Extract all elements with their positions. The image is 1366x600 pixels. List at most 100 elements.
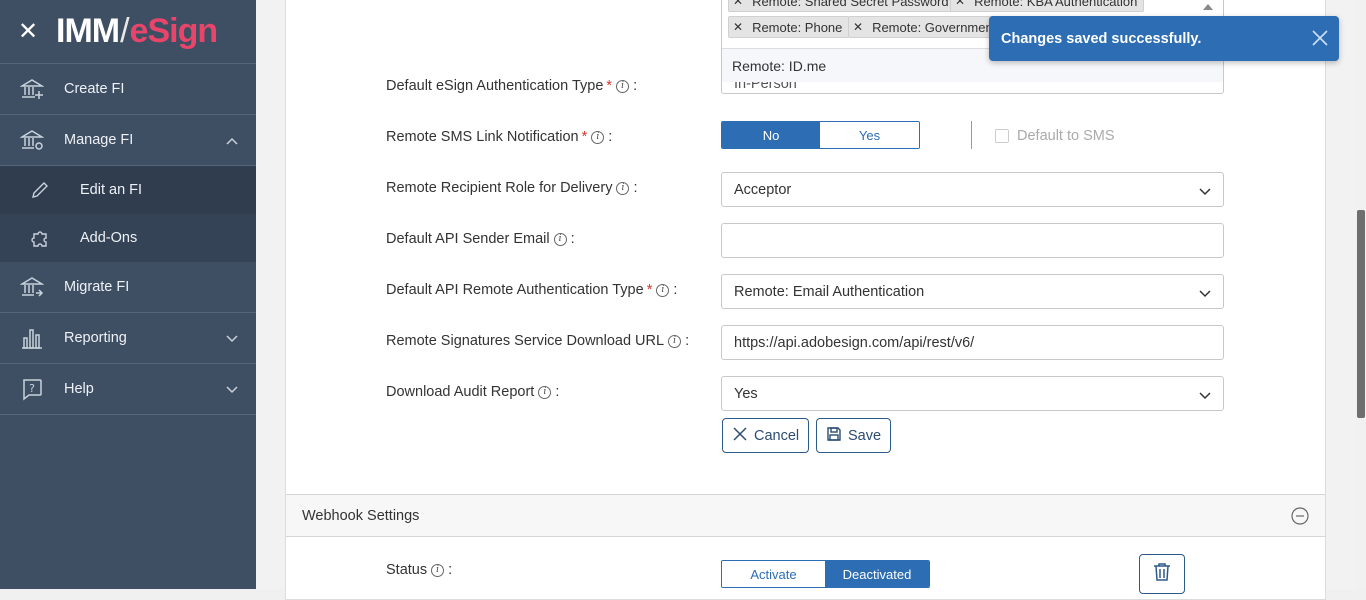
sms-no-button[interactable]: No [722, 122, 820, 148]
api-sender-email-input[interactable] [721, 223, 1224, 258]
info-icon[interactable]: i [668, 334, 682, 348]
info-icon[interactable]: i [616, 181, 630, 195]
svg-text:?: ? [29, 382, 35, 395]
tag-label: Remote: Government [872, 19, 997, 35]
field-label: Default eSign Authentication Type [386, 78, 604, 94]
sms-toggle: No Yes [721, 121, 920, 149]
trash-icon [1153, 562, 1171, 587]
sidebar-item-help[interactable]: ? Help [0, 364, 256, 415]
api-remote-auth-label: Default API Remote Authentication Type * i… [386, 282, 677, 298]
bank-arrow-icon [0, 275, 64, 299]
info-icon[interactable]: i [616, 79, 630, 93]
status-label: Status i : [386, 562, 452, 578]
recipient-role-select[interactable]: Acceptor [721, 172, 1224, 207]
auth-tag: ✕ Remote: Government [848, 16, 1004, 38]
colon: : [448, 562, 453, 578]
remove-tag-icon[interactable]: ✕ [733, 20, 743, 34]
deactivated-button[interactable]: Deactivated [825, 561, 929, 587]
sidebar-item-label: Reporting [64, 330, 127, 346]
field-label: Remote Recipient Role for Delivery [386, 180, 613, 196]
sidebar-item-edit-fi[interactable]: Edit an FI [0, 166, 256, 214]
sidebar-item-add-ons[interactable]: Add-Ons [0, 214, 256, 262]
select-value: Remote: Email Authentication [734, 283, 925, 300]
chevron-up-icon [226, 133, 238, 149]
tag-label: Remote: Shared Secret Password [752, 0, 949, 9]
close-icon[interactable] [1311, 29, 1329, 51]
auth-tag: ✕ Remote: KBA Authentication [950, 0, 1145, 12]
colon: : [673, 282, 678, 298]
sidebar-item-label: Migrate FI [64, 279, 130, 295]
info-icon[interactable]: i [538, 385, 552, 399]
remote-sms-label: Remote SMS Link Notification * i : [386, 129, 612, 145]
info-icon[interactable]: i [656, 283, 670, 297]
remove-tag-icon[interactable]: ✕ [955, 0, 965, 8]
field-label: Default API Remote Authentication Type [386, 282, 644, 298]
sidebar-item-migrate-fi[interactable]: Migrate FI [0, 262, 256, 313]
sidebar-item-label: Manage FI [64, 132, 134, 148]
scrollbar[interactable] [1356, 0, 1366, 589]
default-to-sms: Default to SMS [995, 128, 1115, 144]
colon: : [555, 384, 560, 400]
sidebar: ✕ IMM / eSign Create FI Manage FI Edit an … [0, 0, 256, 589]
chevron-down-icon [226, 382, 238, 398]
webhook-status-toggle: Activate Deactivated [721, 560, 930, 588]
info-icon[interactable]: i [553, 232, 567, 246]
logo-slash: / [120, 12, 130, 50]
required-mark: * [581, 129, 588, 145]
sidebar-item-create-fi[interactable]: Create FI [0, 64, 256, 115]
required-mark: * [646, 282, 653, 298]
remove-tag-icon[interactable]: ✕ [853, 20, 863, 34]
success-toast: Changes saved successfully. [989, 16, 1339, 61]
divider [971, 121, 972, 149]
close-icon [732, 426, 748, 446]
section-title: Webhook Settings [302, 507, 420, 524]
api-sender-email-label: Default API Sender Email i : [386, 231, 575, 247]
info-icon[interactable]: i [591, 130, 605, 144]
collapse-icon[interactable] [1291, 507, 1309, 529]
select-value: Yes [734, 385, 758, 402]
sidebar-item-reporting[interactable]: Reporting [0, 313, 256, 364]
sidebar-item-label: Edit an FI [80, 182, 143, 198]
floppy-icon [826, 426, 842, 446]
logo-imm: IMM [56, 12, 120, 50]
info-icon[interactable]: i [431, 563, 445, 577]
audit-report-label: Download Audit Report i : [386, 384, 559, 400]
field-label: Remote Signatures Service Download URL [386, 333, 665, 349]
close-menu-icon[interactable]: ✕ [0, 17, 56, 46]
app-logo: IMM / eSign [56, 12, 218, 51]
tag-label: Remote: Phone [752, 19, 843, 35]
audit-report-select[interactable]: Yes [721, 376, 1224, 411]
bar-chart-icon [0, 326, 64, 350]
tag-label: Remote: KBA Authentication [974, 0, 1138, 9]
checkbox-label: Default to SMS [1017, 128, 1115, 144]
chevron-down-icon [1199, 286, 1211, 302]
main-content: ✕ Remote: Shared Secret Password ✕ Remote:… [256, 0, 1366, 600]
settings-card: ✕ Remote: Shared Secret Password ✕ Remote:… [285, 0, 1326, 600]
sidebar-item-label: Create FI [64, 81, 125, 97]
download-url-input[interactable]: https://api.adobesign.com/api/rest/v6/ [721, 325, 1224, 360]
sidebar-item-manage-fi[interactable]: Manage FI [0, 115, 256, 166]
input-value: https://api.adobesign.com/api/rest/v6/ [734, 334, 975, 351]
caret-up-icon[interactable] [1203, 0, 1213, 15]
sms-yes-button[interactable]: Yes [820, 122, 919, 148]
api-remote-auth-select[interactable]: Remote: Email Authentication [721, 274, 1224, 309]
download-url-label: Remote Signatures Service Download URL i … [386, 333, 689, 349]
cancel-button[interactable]: Cancel [722, 418, 810, 453]
delete-webhook-button[interactable] [1139, 554, 1185, 594]
sidebar-item-label: Help [64, 381, 94, 397]
colon: : [633, 78, 638, 94]
pencil-icon [0, 180, 80, 200]
brand-bar: ✕ IMM / eSign [0, 0, 256, 64]
select-value: Acceptor [734, 181, 792, 198]
remove-tag-icon[interactable]: ✕ [733, 0, 743, 8]
save-button[interactable]: Save [816, 418, 892, 453]
chevron-down-icon [1199, 184, 1211, 200]
field-label: Remote SMS Link Notification [386, 129, 579, 145]
scrollbar-thumb[interactable] [1357, 210, 1365, 418]
recipient-role-label: Remote Recipient Role for Delivery i : [386, 180, 638, 196]
auth-tag: ✕ Remote: Phone [728, 16, 850, 38]
default-to-sms-checkbox[interactable] [995, 129, 1009, 143]
webhook-settings-header[interactable]: Webhook Settings [286, 494, 1325, 537]
chevron-down-icon [1199, 388, 1211, 404]
activate-button[interactable]: Activate [722, 561, 825, 587]
